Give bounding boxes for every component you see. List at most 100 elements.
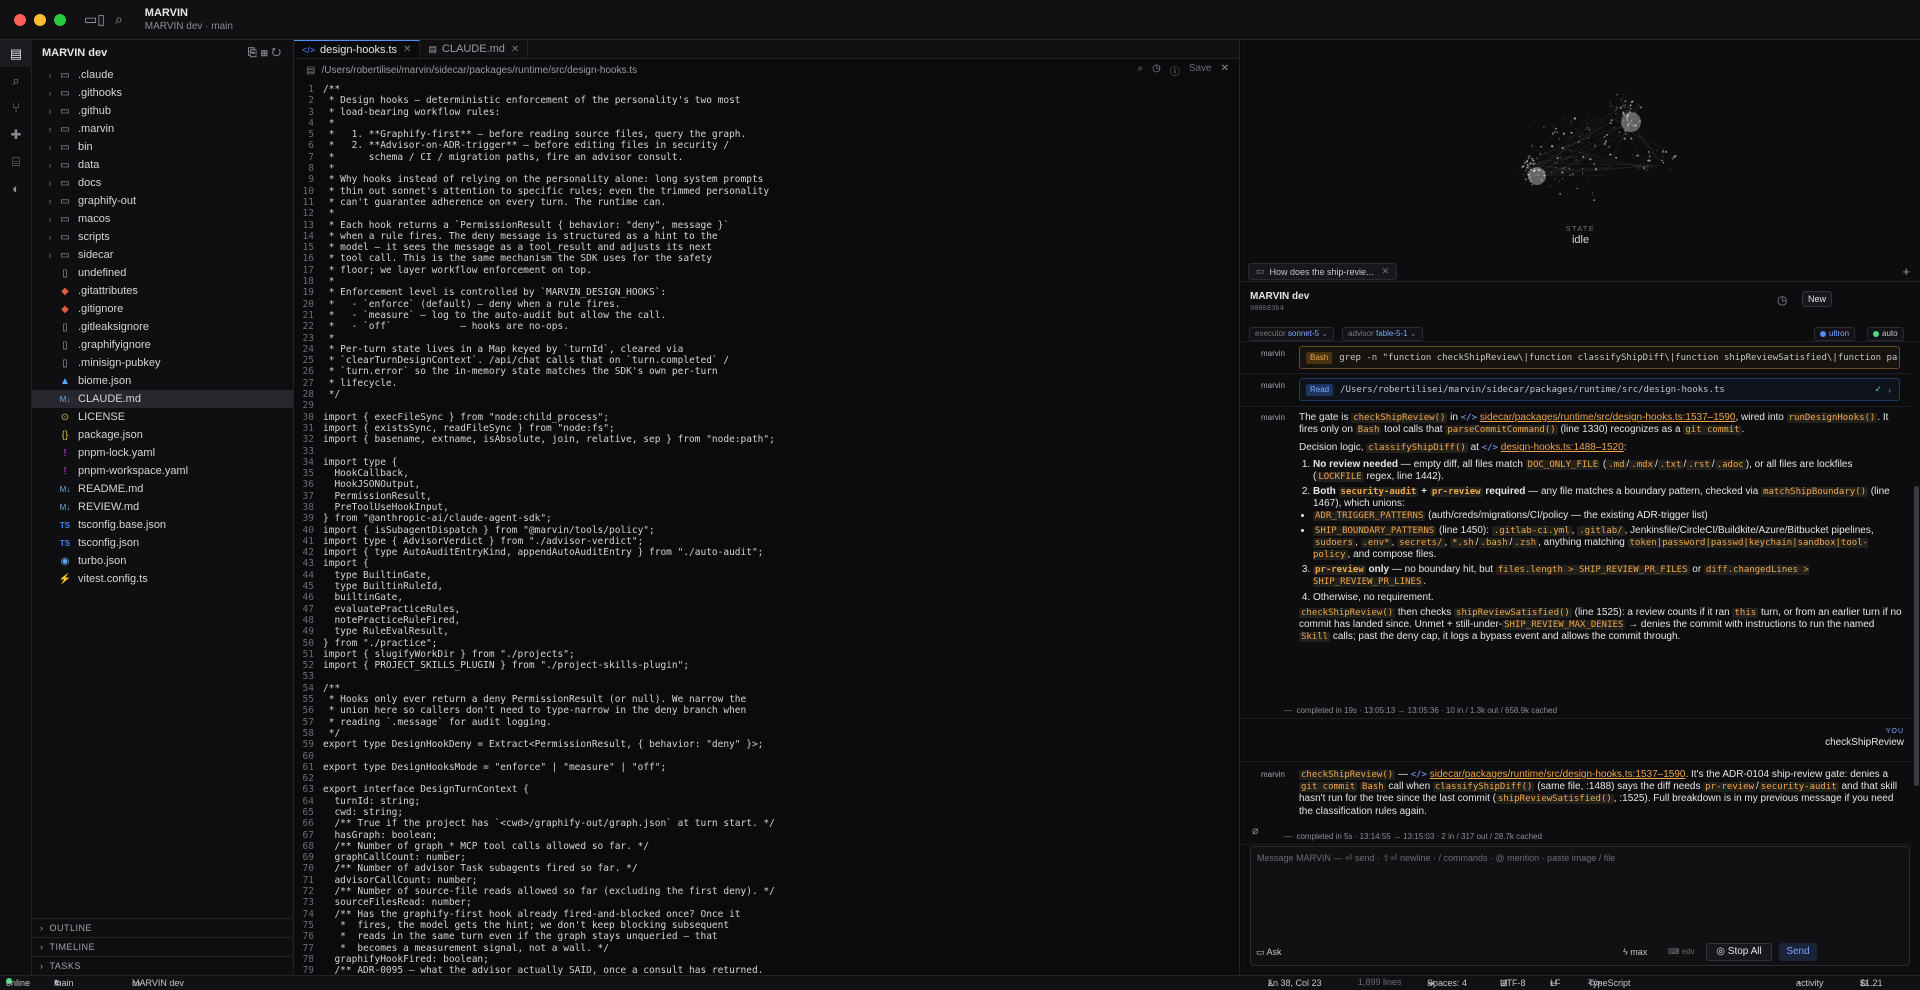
new-session-button[interactable]: New: [1802, 291, 1832, 307]
code-area[interactable]: 1/** 2 * Design hooks — deterministic enf…: [294, 81, 1239, 976]
tree-item-package-json[interactable]: {} package.json: [32, 426, 293, 444]
code-line[interactable]: 74 /** Has the graphify-first hook alrea…: [294, 909, 1239, 920]
code-line[interactable]: 60: [294, 751, 1239, 762]
ask-mode-button[interactable]: ▭ Ask: [1256, 947, 1282, 958]
history-icon[interactable]: ◷: [1777, 293, 1787, 307]
code-line[interactable]: 63 export interface DesignTurnContext {: [294, 784, 1239, 795]
code-line[interactable]: 37 PermissionResult,: [294, 491, 1239, 502]
find-icon[interactable]: ⌕: [1137, 63, 1143, 78]
code-line[interactable]: 35 HookCallback,: [294, 468, 1239, 479]
tree-item-tsconfig-base-json[interactable]: TS tsconfig.base.json: [32, 516, 293, 534]
code-line[interactable]: 20 * - `enforce` (default) — deny when a…: [294, 299, 1239, 310]
tree-item-license[interactable]: ⊙ LICENSE: [32, 408, 293, 426]
code-line[interactable]: 28 */: [294, 389, 1239, 400]
tree-item-minisign-pubkey[interactable]: ▯ .minisign-pubkey: [32, 354, 293, 372]
code-line[interactable]: 78 graphifyHookFired: boolean;: [294, 954, 1239, 965]
tree-item-biome-json[interactable]: ▲ biome.json: [32, 372, 293, 390]
code-line[interactable]: 52 import { PROJECT_SKILLS_PLUGIN } from …: [294, 660, 1239, 671]
tree-item-docs[interactable]: › ▭ docs: [32, 174, 293, 192]
code-line[interactable]: 49 type RuleEvalResult,: [294, 626, 1239, 637]
code-line[interactable]: 68 /** Number of graph_* MCP tool calls …: [294, 841, 1239, 852]
code-line[interactable]: 43 import {: [294, 558, 1239, 569]
tree-item-pnpm-workspace-yaml[interactable]: ! pnpm-workspace.yaml: [32, 462, 293, 480]
code-line[interactable]: 73 sourceFilesRead: number;: [294, 897, 1239, 908]
bash-tool-call[interactable]: Bash grep -n "function checkShipReview\|…: [1299, 346, 1900, 369]
code-line[interactable]: 53: [294, 671, 1239, 682]
code-line[interactable]: 38 PreToolUseHookInput,: [294, 502, 1239, 513]
tree-item-review-md[interactable]: M↓ REVIEW.md: [32, 498, 293, 516]
code-line[interactable]: 59 export type DesignHookDeny = Extract<P…: [294, 739, 1239, 750]
chat-tab[interactable]: ▭ How does the ship-revie... ✕: [1248, 263, 1398, 280]
attach-icon[interactable]: ⌀: [1252, 824, 1259, 837]
tree-item-claude-md[interactable]: M↓ CLAUDE.md: [32, 390, 293, 408]
tree-item-macos[interactable]: › ▭ macos: [32, 210, 293, 228]
code-line[interactable]: 7 * schema / CI / migration paths, fire …: [294, 152, 1239, 163]
code-line[interactable]: 1 /**: [294, 84, 1239, 95]
tree-item-github[interactable]: › ▭ .github: [32, 102, 293, 120]
code-line[interactable]: 22 * - `off` — hooks are no-ops.: [294, 321, 1239, 332]
new-chat-tab-icon[interactable]: +: [1902, 264, 1910, 279]
layout-toggle-icon[interactable]: ▭▯: [84, 11, 105, 28]
code-line[interactable]: 50} from "./practice";: [294, 638, 1239, 649]
tree-item-sidecar[interactable]: › ▭ sidecar: [32, 246, 293, 264]
tree-item-graphifyignore[interactable]: ▯ .graphifyignore: [32, 336, 293, 354]
tree-item-turbo-json[interactable]: ◉ turbo.json: [32, 552, 293, 570]
code-line[interactable]: 36 HookJSONOutput,: [294, 479, 1239, 490]
code-line[interactable]: 30 import { execFileSync } from "node:chi…: [294, 412, 1239, 423]
tree-item-tsconfig-json[interactable]: TS tsconfig.json: [32, 534, 293, 552]
tree-item-gitignore[interactable]: ◆ .gitignore: [32, 300, 293, 318]
code-line[interactable]: 18 *: [294, 276, 1239, 287]
terminal-icon[interactable]: ⌸: [0, 148, 32, 175]
code-line[interactable]: 5 * 1. **Graphify-first** — before readi…: [294, 129, 1239, 140]
code-line[interactable]: 24 * Per-turn state lives in a Map keyed…: [294, 344, 1239, 355]
code-line[interactable]: 26 * `turn.error` so the in-memory state…: [294, 366, 1239, 377]
code-line[interactable]: 75 * fires, the model gets the hint; we …: [294, 920, 1239, 931]
code-line[interactable]: 48 notePracticeRuleFired,: [294, 615, 1239, 626]
edv-toggle[interactable]: ⌨ edv: [1668, 947, 1695, 956]
send-button[interactable]: Send: [1779, 943, 1817, 961]
stop-all-button[interactable]: ◎ Stop All: [1706, 943, 1772, 961]
close-chat-tab-icon[interactable]: ✕: [1382, 266, 1390, 277]
close-tab-icon[interactable]: ✕: [403, 44, 411, 55]
effort-max-toggle[interactable]: ϟ max: [1623, 947, 1647, 957]
code-line[interactable]: 2 * Design hooks — deterministic enforce…: [294, 95, 1239, 106]
code-line[interactable]: 11 * can't guarantee adherence on every …: [294, 197, 1239, 208]
tree-item-pnpm-lock-yaml[interactable]: ! pnpm-lock.yaml: [32, 444, 293, 462]
tree-item-gitleaksignore[interactable]: ▯ .gitleaksignore: [32, 318, 293, 336]
code-line[interactable]: 67 hasGraph: boolean;: [294, 830, 1239, 841]
code-line[interactable]: 27 * lifecycle.: [294, 378, 1239, 389]
code-line[interactable]: 10 * thin out sonnet's attention to spec…: [294, 186, 1239, 197]
source-control-icon[interactable]: ⑂: [0, 94, 32, 121]
code-line[interactable]: 54 /**: [294, 683, 1239, 694]
indentation-select[interactable]: ⇥ Spaces: 4 ⌄: [1427, 977, 1467, 988]
code-line[interactable]: 33: [294, 446, 1239, 457]
code-line[interactable]: 51 import { slugifyWorkDir } from "./proj…: [294, 649, 1239, 660]
close-window-button[interactable]: [14, 13, 26, 26]
search-icon[interactable]: ⌕: [115, 11, 123, 28]
code-line[interactable]: 56 * union here so callers don't need to…: [294, 705, 1239, 716]
extensions-icon[interactable]: ✚: [0, 121, 32, 148]
files-icon[interactable]: ▤: [0, 40, 32, 67]
tree-item-undefined[interactable]: ▯ undefined: [32, 264, 293, 282]
code-line[interactable]: 77 * becomes a measurement signal, not a…: [294, 943, 1239, 954]
code-line[interactable]: 31 import { existsSync, readFileSync } fr…: [294, 423, 1239, 434]
code-line[interactable]: 57 * reading `.message` for audit loggin…: [294, 717, 1239, 728]
code-line[interactable]: 44 type BuiltinGate,: [294, 570, 1239, 581]
tree-item-data[interactable]: › ▭ data: [32, 156, 293, 174]
code-line[interactable]: 25 * `clearTurnDesignContext`. /api/chat…: [294, 355, 1239, 366]
message-composer[interactable]: Message MARVIN — ⏎ send · ⇧⏎ newline · /…: [1250, 846, 1910, 966]
history-icon[interactable]: ◷: [1152, 63, 1161, 78]
code-line[interactable]: 3 * load-bearing workflow rules:: [294, 107, 1239, 118]
scrollbar-thumb[interactable]: [1914, 486, 1919, 786]
tree-item-githooks[interactable]: › ▭ .githooks: [32, 84, 293, 102]
code-line[interactable]: 32 import { basename, extname, isAbsolute…: [294, 434, 1239, 445]
code-line[interactable]: 55 * Hooks only ever return a deny Permi…: [294, 694, 1239, 705]
tree-item-claude[interactable]: › ▭ .claude: [32, 66, 293, 84]
tree-item-bin[interactable]: › ▭ bin: [32, 138, 293, 156]
code-line[interactable]: 41 import type { AdvisorVerdict } from ".…: [294, 536, 1239, 547]
executor-select[interactable]: executor sonnet-5 ⌄: [1249, 327, 1334, 341]
code-line[interactable]: 9 * Why hooks instead of relying on the …: [294, 174, 1239, 185]
code-line[interactable]: 4 *: [294, 118, 1239, 129]
zoom-window-button[interactable]: [54, 13, 66, 26]
outline-section[interactable]: › OUTLINE: [32, 918, 293, 937]
